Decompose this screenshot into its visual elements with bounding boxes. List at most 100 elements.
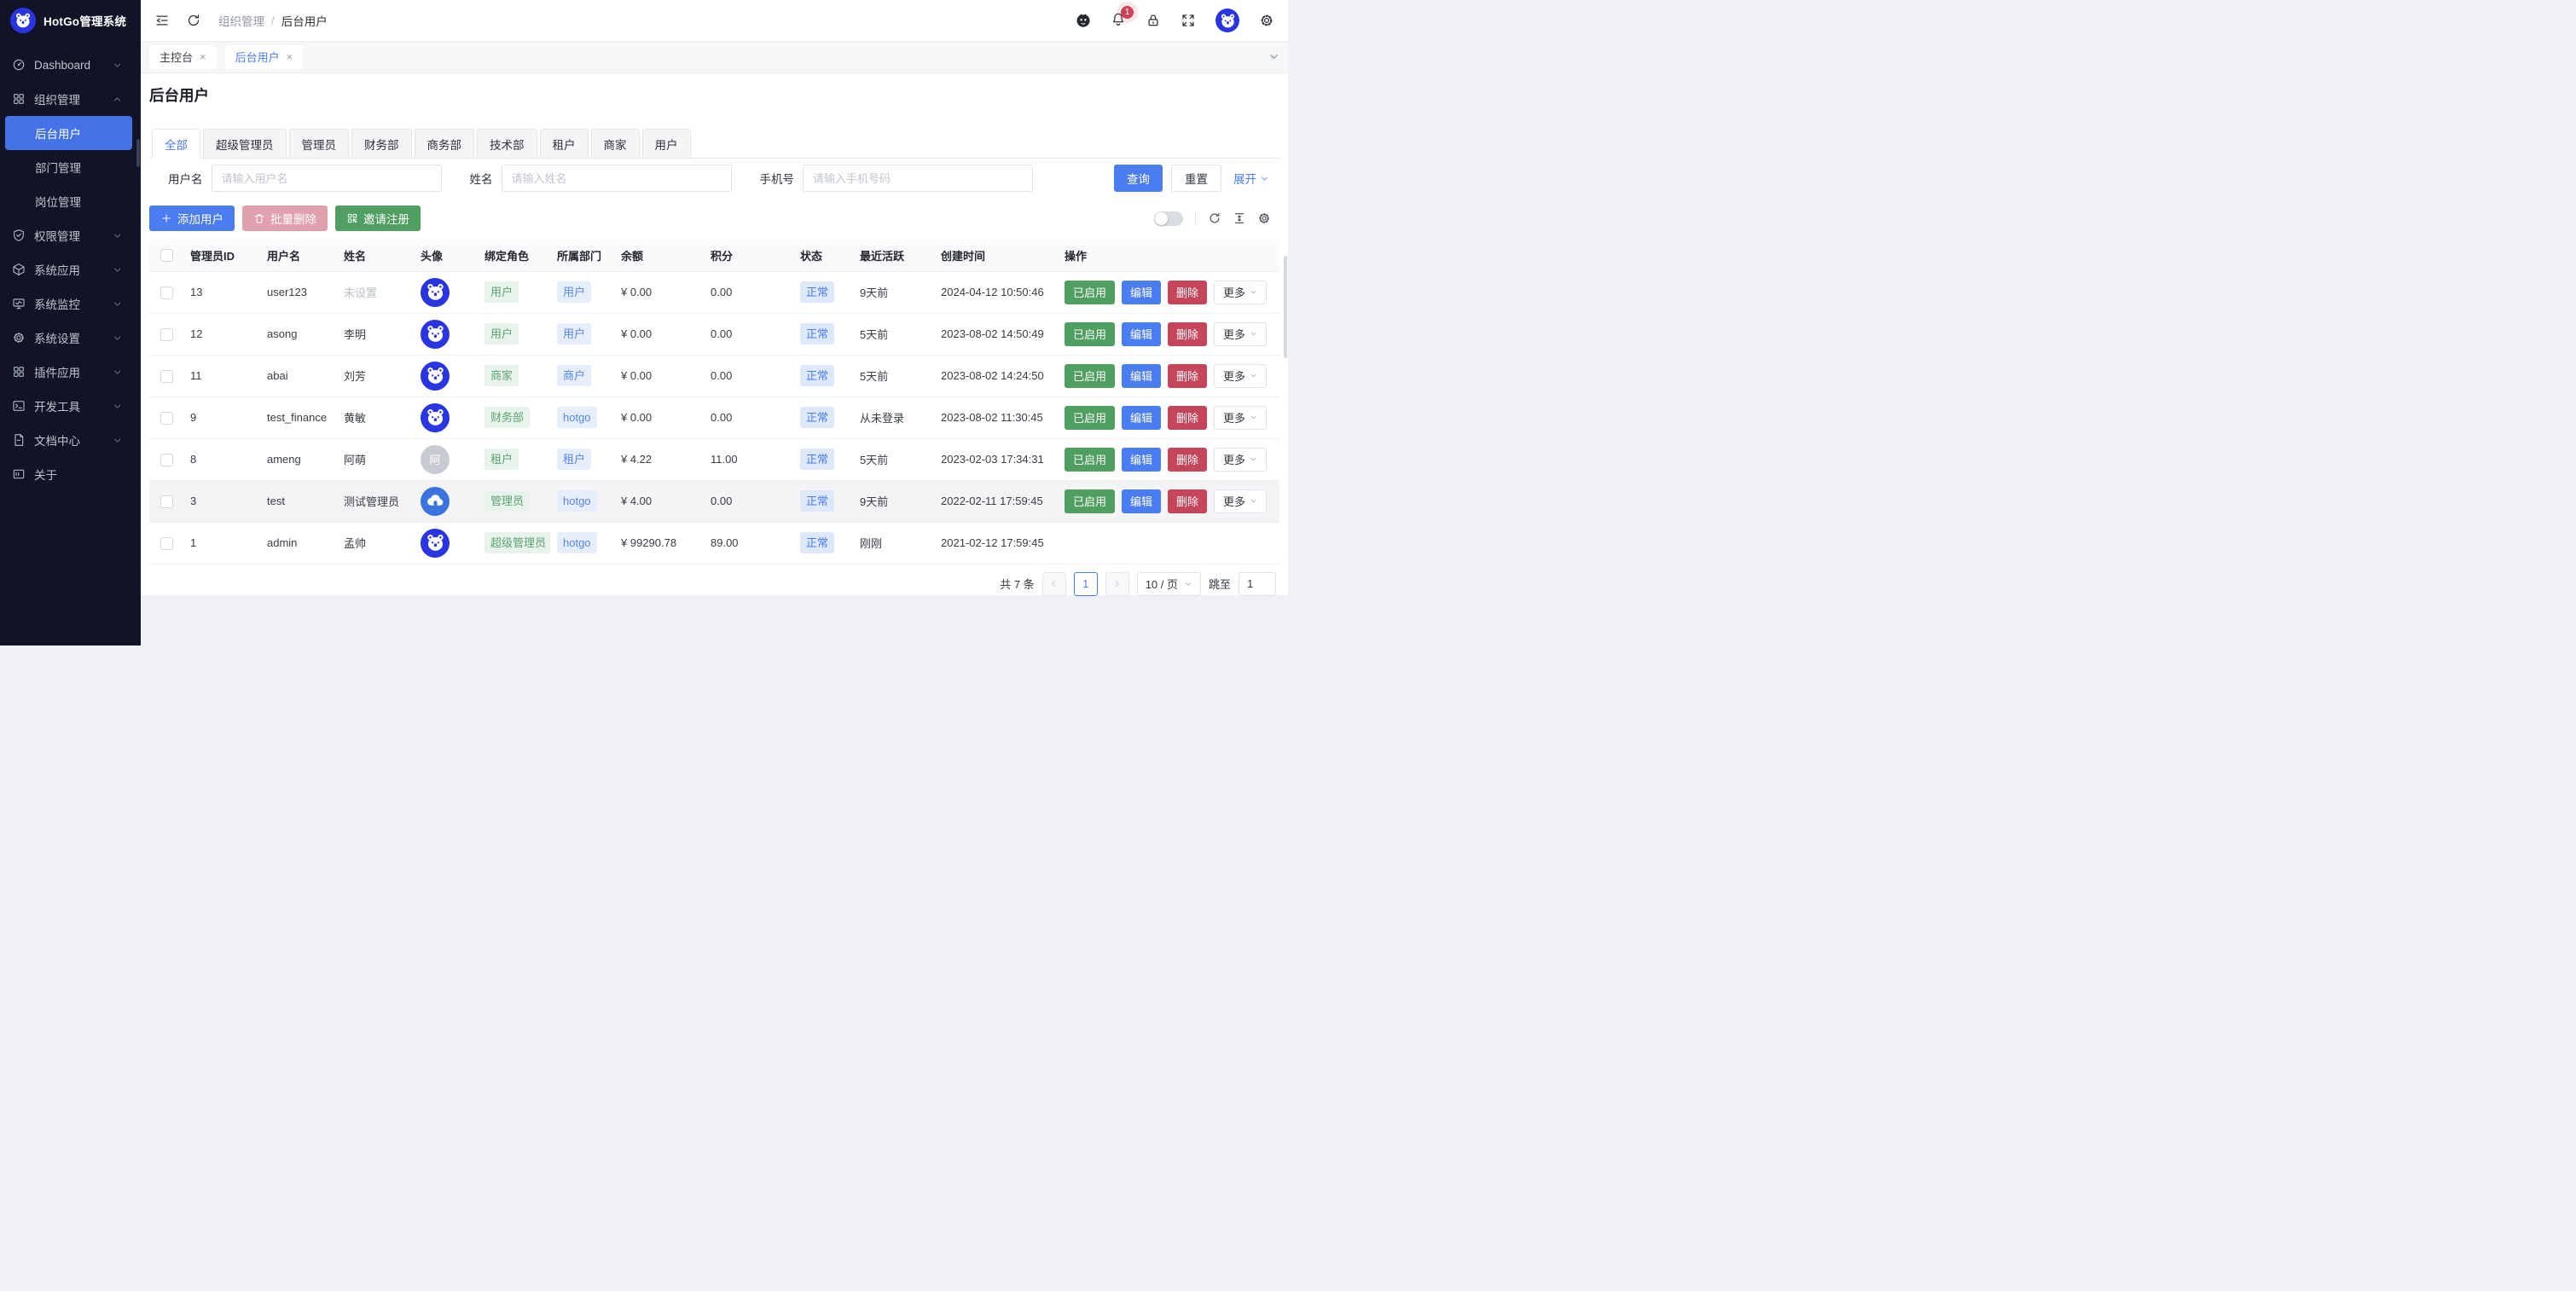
sidebar-subitem[interactable]: 部门管理 (0, 150, 141, 184)
sidebar-item-3[interactable]: 权限管理 (0, 218, 141, 252)
tabs-chevron-down-icon[interactable] (1268, 51, 1279, 62)
lock-icon[interactable] (1146, 13, 1161, 28)
striped-toggle[interactable] (1154, 211, 1183, 226)
sidebar-item-5[interactable]: 系统监控 (0, 287, 141, 321)
edit-button[interactable]: 编辑 (1122, 364, 1161, 388)
search-input-2[interactable] (502, 165, 732, 192)
prev-page-button[interactable] (1042, 572, 1066, 596)
row-checkbox[interactable] (160, 495, 173, 508)
app-logo[interactable]: HotGo管理系统 (0, 0, 141, 41)
user-avatar[interactable] (1215, 9, 1239, 32)
sidebar-item-10[interactable]: 关于 (0, 457, 141, 491)
delete-button[interactable]: 删除 (1168, 448, 1207, 472)
column-header[interactable]: 操作 (1058, 240, 1279, 271)
sidebar-subitem-active[interactable]: 后台用户 (5, 116, 132, 150)
more-button[interactable]: 更多 (1214, 364, 1267, 388)
select-all-checkbox[interactable] (160, 249, 173, 262)
more-button[interactable]: 更多 (1214, 322, 1267, 346)
delete-button[interactable]: 删除 (1168, 364, 1207, 388)
more-button[interactable]: 更多 (1214, 448, 1267, 472)
next-page-button[interactable] (1105, 572, 1129, 596)
filter-tab-item[interactable]: 超级管理员 (203, 129, 287, 159)
page-size-select[interactable]: 10 / 页 (1137, 572, 1201, 596)
refresh-icon[interactable] (186, 13, 201, 28)
column-header[interactable]: 所属部门 (550, 240, 614, 271)
enabled-button[interactable]: 已启用 (1065, 406, 1115, 430)
row-checkbox[interactable] (160, 370, 173, 383)
enabled-button[interactable]: 已启用 (1065, 281, 1115, 304)
filter-tab-item[interactable]: 技术部 (477, 129, 537, 159)
delete-button[interactable]: 删除 (1168, 406, 1207, 430)
query-button[interactable]: 查询 (1114, 165, 1163, 192)
sidebar-item-8[interactable]: 开发工具 (0, 389, 141, 423)
add-user-button[interactable]: 添加用户 (149, 206, 235, 231)
close-tab-icon[interactable]: × (287, 51, 293, 62)
fullscreen-icon[interactable] (1181, 13, 1196, 28)
reload-table-icon[interactable] (1208, 211, 1221, 225)
column-header[interactable]: 管理员ID (183, 240, 260, 271)
sidebar-scrollbar-thumb[interactable] (136, 139, 140, 167)
row-checkbox[interactable] (160, 537, 173, 550)
page-tab-chip[interactable]: 主控台× (149, 45, 217, 69)
column-header[interactable]: 头像 (414, 240, 478, 271)
column-header[interactable]: 状态 (793, 240, 853, 271)
sidebar-item-9[interactable]: 文档中心 (0, 423, 141, 457)
reset-button[interactable]: 重置 (1171, 165, 1221, 192)
more-button[interactable]: 更多 (1214, 489, 1267, 513)
delete-button[interactable]: 删除 (1168, 489, 1207, 513)
row-checkbox[interactable] (160, 287, 173, 299)
filter-tab-item[interactable]: 管理员 (289, 129, 350, 159)
sidebar-item-7[interactable]: 插件应用 (0, 355, 141, 389)
more-button[interactable]: 更多 (1214, 406, 1267, 430)
column-header[interactable]: 积分 (704, 240, 793, 271)
row-checkbox[interactable] (160, 328, 173, 341)
sidebar-item-2[interactable]: 组织管理 (0, 82, 141, 116)
row-checkbox[interactable] (160, 412, 173, 425)
sidebar-item-1[interactable]: Dashboard (0, 48, 141, 82)
search-input-1[interactable] (212, 165, 442, 192)
invite-register-button[interactable]: 邀请注册 (335, 206, 421, 231)
close-tab-icon[interactable]: × (200, 51, 206, 62)
settings-gear-icon[interactable] (1259, 13, 1274, 28)
column-header[interactable]: 用户名 (260, 240, 337, 271)
edit-button[interactable]: 编辑 (1122, 448, 1161, 472)
filter-tab-active[interactable]: 全部 (152, 129, 200, 159)
sidebar-item-6[interactable]: 系统设置 (0, 321, 141, 355)
enabled-button[interactable]: 已启用 (1065, 489, 1115, 513)
current-page-button[interactable]: 1 (1074, 572, 1098, 596)
sidebar-item-4[interactable]: 系统应用 (0, 252, 141, 287)
column-header[interactable]: 姓名 (337, 240, 414, 271)
edit-button[interactable]: 编辑 (1122, 406, 1161, 430)
column-header[interactable]: 最近活跃 (853, 240, 934, 271)
delete-button[interactable]: 删除 (1168, 281, 1207, 304)
column-header[interactable]: 绑定角色 (478, 240, 550, 271)
breadcrumb-parent[interactable]: 组织管理 (218, 12, 264, 29)
row-checkbox[interactable] (160, 454, 173, 466)
expand-filters-link[interactable]: 展开 (1233, 170, 1269, 187)
enabled-button[interactable]: 已启用 (1065, 448, 1115, 472)
search-input-3[interactable] (803, 165, 1033, 192)
delete-button[interactable]: 删除 (1168, 322, 1207, 346)
filter-tab-item[interactable]: 商家 (591, 129, 640, 159)
filter-tab-item[interactable]: 租户 (540, 129, 589, 159)
filter-tab-item[interactable]: 财务部 (351, 129, 412, 159)
github-icon[interactable] (1076, 13, 1091, 28)
filter-tab-item[interactable]: 商务部 (415, 129, 475, 159)
notifications-button[interactable]: 1 (1111, 12, 1126, 30)
sidebar-subitem[interactable]: 岗位管理 (0, 184, 141, 218)
page-tab-chip-active[interactable]: 后台用户× (225, 45, 304, 69)
column-header[interactable]: 余额 (614, 240, 704, 271)
jump-to-page-input[interactable] (1239, 572, 1276, 596)
window-scrollbar-thumb[interactable] (1284, 256, 1287, 358)
filter-tab-item[interactable]: 用户 (642, 129, 691, 159)
edit-button[interactable]: 编辑 (1122, 489, 1161, 513)
batch-delete-button[interactable]: 批量删除 (242, 206, 328, 231)
collapse-menu-icon[interactable] (154, 13, 170, 28)
enabled-button[interactable]: 已启用 (1065, 364, 1115, 388)
edit-button[interactable]: 编辑 (1122, 322, 1161, 346)
more-button[interactable]: 更多 (1214, 281, 1267, 304)
enabled-button[interactable]: 已启用 (1065, 322, 1115, 346)
column-settings-gear-icon[interactable] (1257, 211, 1271, 225)
edit-button[interactable]: 编辑 (1122, 281, 1161, 304)
row-height-icon[interactable] (1233, 211, 1246, 225)
